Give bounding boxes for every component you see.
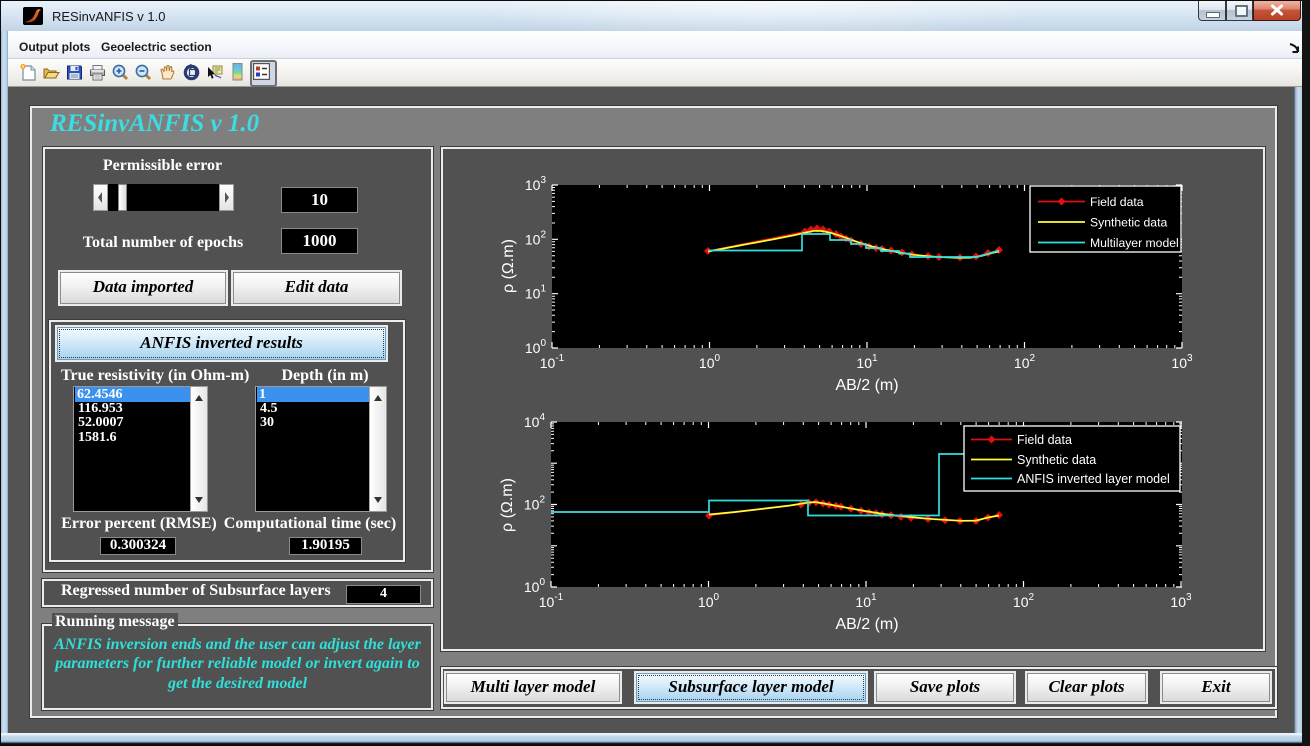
svg-text:100: 100	[524, 577, 546, 595]
svg-text:102: 102	[524, 495, 546, 513]
svg-text:103: 103	[1170, 592, 1192, 610]
svg-text:101: 101	[856, 353, 878, 371]
svg-text:AB/2 (m): AB/2 (m)	[835, 377, 898, 394]
svg-text:101: 101	[855, 592, 877, 610]
svg-text:102: 102	[1014, 353, 1036, 371]
svg-text:Synthetic data: Synthetic data	[1017, 453, 1096, 467]
svg-text:10-1: 10-1	[540, 353, 565, 371]
svg-text:Field data: Field data	[1017, 433, 1072, 447]
svg-text:ρ (Ω.m): ρ (Ω.m)	[499, 478, 516, 532]
svg-text:102: 102	[1013, 592, 1035, 610]
svg-text:100: 100	[698, 592, 720, 610]
svg-text:102: 102	[525, 229, 547, 247]
svg-text:100: 100	[525, 338, 547, 356]
svg-text:AB/2 (m): AB/2 (m)	[835, 616, 898, 633]
svg-text:104: 104	[524, 412, 546, 430]
svg-text:Synthetic data: Synthetic data	[1090, 216, 1167, 230]
svg-text:10-1: 10-1	[539, 592, 564, 610]
svg-text:103: 103	[1171, 353, 1193, 371]
svg-text:ANFIS inverted layer model: ANFIS inverted layer model	[1017, 472, 1170, 486]
svg-text:103: 103	[525, 175, 547, 193]
svg-text:Multilayer model: Multilayer model	[1090, 236, 1179, 250]
svg-text:101: 101	[525, 284, 547, 302]
svg-text:Field data: Field data	[1090, 195, 1144, 209]
svg-text:100: 100	[699, 353, 721, 371]
svg-text:ρ (Ω.m): ρ (Ω.m)	[500, 239, 517, 293]
